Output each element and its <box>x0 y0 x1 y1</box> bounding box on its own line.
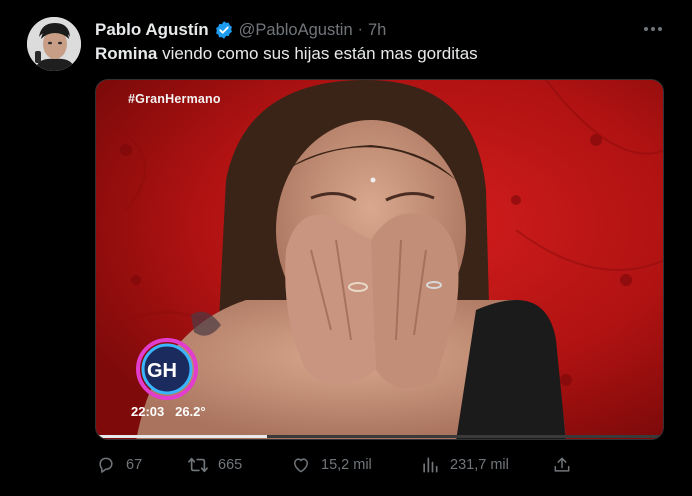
video-progress-bar[interactable] <box>96 435 663 438</box>
hashtag-overlay: #GranHermano <box>128 92 221 106</box>
share-button[interactable] <box>551 452 573 478</box>
like-button[interactable]: 15,2 mil <box>290 452 372 478</box>
verified-badge-icon <box>214 20 234 40</box>
clock-overlay: 22:03 26.2° <box>131 404 206 419</box>
tweet-text-bold: Romina <box>95 44 158 63</box>
reply-count: 67 <box>126 457 143 473</box>
tweet-media-video[interactable]: #GranHermano GH 22:03 26.2° <box>95 79 664 440</box>
author-handle[interactable]: @PabloAgustin <box>239 21 353 40</box>
video-progress-fill <box>96 435 267 438</box>
more-icon[interactable] <box>640 18 666 40</box>
views-icon <box>419 454 441 476</box>
views-count: 231,7 mil <box>450 457 509 473</box>
share-icon <box>551 454 573 476</box>
tweet[interactable]: Pablo Agustín @PabloAgustin · 7h Romina … <box>0 0 692 496</box>
like-count: 15,2 mil <box>321 457 372 473</box>
temperature: 26.2° <box>175 404 206 419</box>
separator-dot: · <box>357 21 363 38</box>
gh-logo-text: GH <box>147 360 177 382</box>
reply-icon <box>95 454 117 476</box>
clock-time: 22:03 <box>131 404 165 419</box>
retweet-count: 665 <box>218 457 243 473</box>
tweet-timestamp[interactable]: 7h <box>368 21 386 40</box>
views-button[interactable]: 231,7 mil <box>419 452 509 478</box>
retweet-button[interactable]: 665 <box>187 452 242 478</box>
tweet-text-body: viendo como sus hijas están mas gorditas <box>157 44 478 63</box>
reply-button[interactable]: 67 <box>95 452 142 478</box>
retweet-icon <box>187 454 209 476</box>
tweet-header: Pablo Agustín @PabloAgustin · 7h <box>95 19 386 41</box>
tweet-text: Romina viendo como sus hijas están mas g… <box>95 44 478 64</box>
author-name[interactable]: Pablo Agustín <box>95 20 209 40</box>
tweet-actions: 67 665 15,2 mil 231,7 mil <box>95 452 671 478</box>
avatar[interactable] <box>27 17 81 71</box>
like-icon <box>290 454 312 476</box>
